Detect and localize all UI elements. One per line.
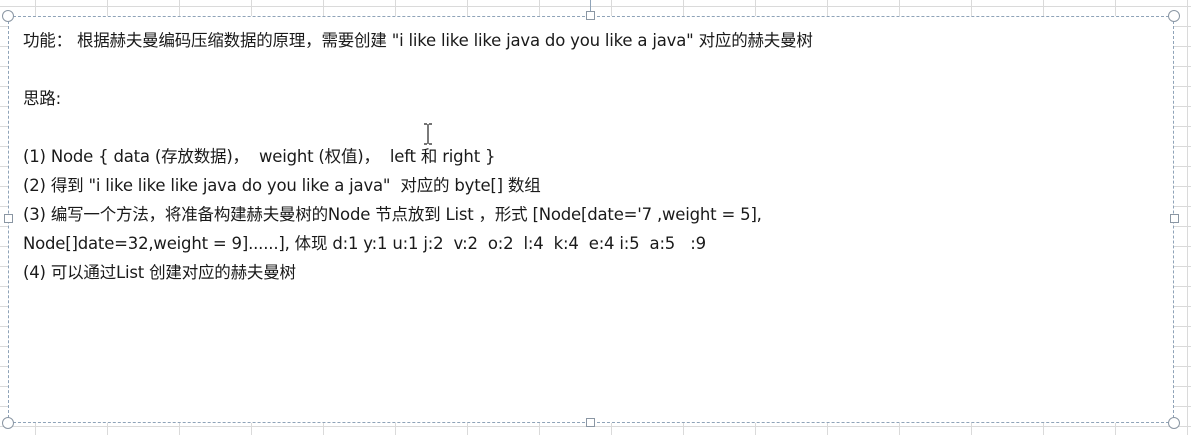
resize-handle-top-center[interactable] <box>586 11 595 20</box>
i-beam-cursor-icon <box>424 123 432 145</box>
selected-text-box[interactable]: 功能： 根据赫夫曼编码压缩数据的原理，需要创建 "i like like lik… <box>8 16 1174 423</box>
resize-handle-bottom-center[interactable] <box>586 418 595 427</box>
text-box-content[interactable]: 功能： 根据赫夫曼编码压缩数据的原理，需要创建 "i like like lik… <box>23 26 1163 287</box>
text-line-approach: 思路: <box>23 89 61 108</box>
text-line-step-3: (3) 编写一个方法，将准备构建赫夫曼树的Node 节点放到 List ，形式 … <box>23 205 762 224</box>
resize-handle-bottom-right[interactable] <box>1168 417 1180 429</box>
text-line-function: 功能： 根据赫夫曼编码压缩数据的原理，需要创建 "i like like lik… <box>23 31 813 50</box>
text-line-step-2: (2) 得到 "i like like like java do you lik… <box>23 176 541 195</box>
text-line-step-4: (4) 可以通过List 创建对应的赫夫曼树 <box>23 263 296 282</box>
resize-handle-bottom-left[interactable] <box>2 417 14 429</box>
resize-handle-top-right[interactable] <box>1168 10 1180 22</box>
resize-handle-middle-left[interactable] <box>4 214 13 223</box>
resize-handle-middle-right[interactable] <box>1170 214 1179 223</box>
text-line-step-1: (1) Node { data (存放数据)， weight (权值)， lef… <box>23 147 496 166</box>
text-line-step-3-continued: Node[]date=32,weight = 9]......], 体现 d:1… <box>23 234 706 253</box>
resize-handle-top-left[interactable] <box>2 10 14 22</box>
